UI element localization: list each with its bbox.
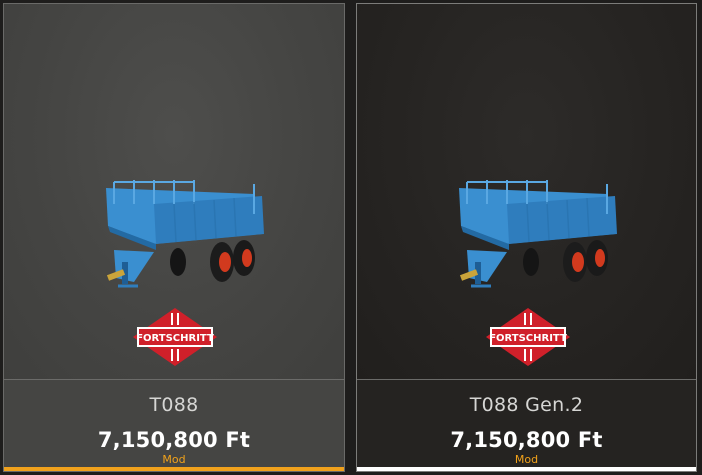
card-divider [357, 379, 696, 380]
svg-text:FORTSCHRITT: FORTSCHRITT [136, 333, 214, 344]
item-name: T088 Gen.2 [469, 394, 584, 416]
shop-item-card-t088-gen2[interactable]: FORTSCHRITT T088 Gen.2 7,150,800 Ft Mod [356, 3, 697, 472]
svg-text:FORTSCHRITT: FORTSCHRITT [489, 333, 567, 344]
item-price: 7,150,800 Ft [450, 428, 603, 452]
trailer-image [106, 180, 264, 288]
item-image-area: FORTSCHRITT [357, 4, 696, 379]
item-image-area: FORTSCHRITT [4, 4, 344, 379]
card-divider [4, 379, 344, 380]
mod-tag: Mod [514, 453, 539, 466]
fortschritt-logo-image: FORTSCHRITT [486, 308, 570, 366]
shop-item-card-t088[interactable]: FORTSCHRITT T088 7,150,800 Ft Mod [3, 3, 345, 472]
selection-underline [4, 467, 344, 471]
fortschritt-logo-image: FORTSCHRITT [133, 308, 217, 366]
mod-tag: Mod [162, 453, 186, 466]
selection-underline [357, 467, 696, 471]
trailer-image [459, 180, 617, 288]
item-price: 7,150,800 Ft [97, 428, 251, 452]
item-name: T088 [149, 394, 199, 416]
